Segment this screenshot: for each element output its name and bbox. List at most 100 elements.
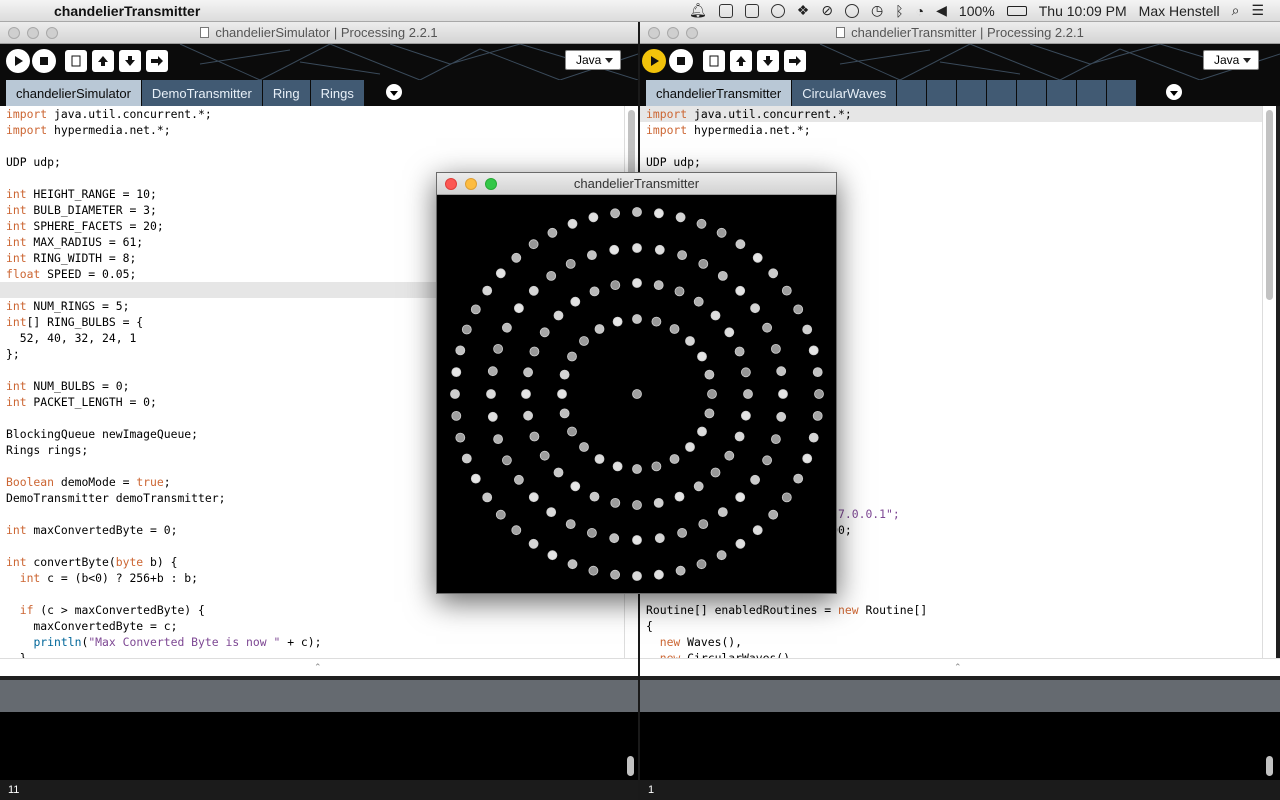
bluetooth-icon[interactable]: ᛒ <box>889 0 909 22</box>
bulb <box>487 366 498 377</box>
notification-icon[interactable]: 🔔︎ <box>683 0 713 22</box>
screen-share-icon[interactable] <box>739 0 765 22</box>
editor-horizontal-scrollbar[interactable]: ⌃ <box>0 658 638 676</box>
console-area[interactable] <box>0 712 638 780</box>
notification-center-icon[interactable]: ☰ <box>1245 0 1270 22</box>
sketch-title: chandelierTransmitter <box>573 176 700 191</box>
minimize-button[interactable] <box>465 178 477 190</box>
minimize-button[interactable] <box>27 27 39 39</box>
bulb <box>734 346 745 357</box>
console-scroll-thumb[interactable] <box>627 756 634 776</box>
console-area[interactable] <box>640 712 1280 780</box>
console-scroll-thumb[interactable] <box>1266 756 1273 776</box>
bulb <box>675 212 686 223</box>
bulb <box>632 464 642 474</box>
bulb <box>528 285 539 296</box>
bulb <box>651 461 662 472</box>
new-sketch-button[interactable] <box>65 50 87 72</box>
mode-select-label: Java <box>576 53 602 67</box>
code-line: import java.util.concurrent.*; <box>640 106 1262 122</box>
code-line: } <box>6 651 27 658</box>
bulb <box>812 367 823 378</box>
sketch-output-window[interactable]: chandelierTransmitter <box>436 172 837 594</box>
mode-select[interactable]: Java <box>1203 50 1259 70</box>
editor-horizontal-scrollbar[interactable]: ⌃ <box>640 658 1280 676</box>
close-button[interactable] <box>648 27 660 39</box>
clock[interactable]: Thu 10:09 PM <box>1033 0 1133 22</box>
export-button[interactable] <box>146 50 168 72</box>
bulb <box>529 431 540 442</box>
bulb <box>528 239 539 250</box>
bulb <box>594 324 605 334</box>
run-button[interactable] <box>642 49 666 73</box>
bulb <box>610 569 621 580</box>
save-button[interactable] <box>757 50 779 72</box>
tab-menu-button[interactable] <box>1166 84 1182 100</box>
close-button[interactable] <box>445 178 457 190</box>
bulb <box>750 303 761 314</box>
time-machine-icon[interactable]: ◷ <box>865 0 889 22</box>
minimize-button[interactable] <box>667 27 679 39</box>
bulb <box>495 268 506 279</box>
creative-cloud-icon[interactable] <box>765 0 791 22</box>
bulb <box>455 345 466 356</box>
open-button[interactable] <box>730 50 752 72</box>
new-sketch-button[interactable] <box>703 50 725 72</box>
user-name[interactable]: Max Henstell <box>1133 0 1226 22</box>
tab-demotransmitter[interactable]: DemoTransmitter <box>141 80 263 106</box>
mode-select[interactable]: Java <box>565 50 621 70</box>
bulb <box>553 467 564 478</box>
tab-ring[interactable]: Ring <box>262 80 311 106</box>
bulb <box>486 389 496 399</box>
run-button[interactable] <box>6 49 30 73</box>
spotlight-icon[interactable]: ⌕ <box>1226 0 1246 22</box>
tab-circularwaves[interactable]: CircularWaves <box>792 80 898 106</box>
processing-toolbar: Java <box>640 44 1280 80</box>
block-icon[interactable]: ⊘ <box>815 0 839 22</box>
dropbox-icon[interactable]: ❖ <box>791 0 816 22</box>
bulb <box>693 481 704 492</box>
save-button[interactable] <box>119 50 141 72</box>
window-controls <box>8 27 58 39</box>
wifi-icon[interactable]: ◔ <box>910 0 930 22</box>
app-menu-name[interactable]: chandelierTransmitter <box>54 3 200 19</box>
bulb <box>735 538 746 549</box>
zoom-button[interactable] <box>485 178 497 190</box>
zoom-button[interactable] <box>46 27 58 39</box>
window-title: chandelierSimulator | Processing 2.2.1 <box>215 25 438 40</box>
bulb <box>528 538 539 549</box>
bulb <box>511 252 522 263</box>
bulb <box>802 453 813 464</box>
bulb <box>511 525 522 536</box>
editor-vertical-scrollbar[interactable] <box>1262 106 1276 658</box>
bulb <box>752 252 763 263</box>
tab-chandeliertransmitter[interactable]: chandelierTransmitter <box>646 80 793 106</box>
open-button[interactable] <box>92 50 114 72</box>
bulb <box>495 509 506 520</box>
chat-icon[interactable] <box>839 0 865 22</box>
close-button[interactable] <box>8 27 20 39</box>
battery-percent[interactable]: 100% <box>953 0 1001 22</box>
bulb <box>776 366 787 377</box>
battery-icon[interactable] <box>1001 0 1033 22</box>
tab-rings[interactable]: Rings <box>310 80 365 106</box>
volume-icon[interactable]: ◀ <box>930 0 953 22</box>
export-button[interactable] <box>784 50 806 72</box>
stop-button[interactable] <box>669 49 693 73</box>
window-title: chandelierTransmitter | Processing 2.2.1 <box>851 25 1084 40</box>
tab-chandeliersimulator[interactable]: chandelierSimulator <box>6 80 142 106</box>
bulb <box>793 473 804 484</box>
zoom-button[interactable] <box>686 27 698 39</box>
menu-extra-icon[interactable] <box>713 0 739 22</box>
bulb <box>632 314 642 324</box>
bulb <box>470 304 481 315</box>
tab-menu-button[interactable] <box>386 84 402 100</box>
bulb <box>559 369 570 380</box>
bulb <box>461 324 472 335</box>
bulb <box>696 559 707 570</box>
bulb <box>651 316 662 327</box>
document-icon <box>200 27 210 38</box>
bulb <box>588 212 599 223</box>
stop-button[interactable] <box>32 49 56 73</box>
scroll-thumb[interactable] <box>1266 110 1273 300</box>
